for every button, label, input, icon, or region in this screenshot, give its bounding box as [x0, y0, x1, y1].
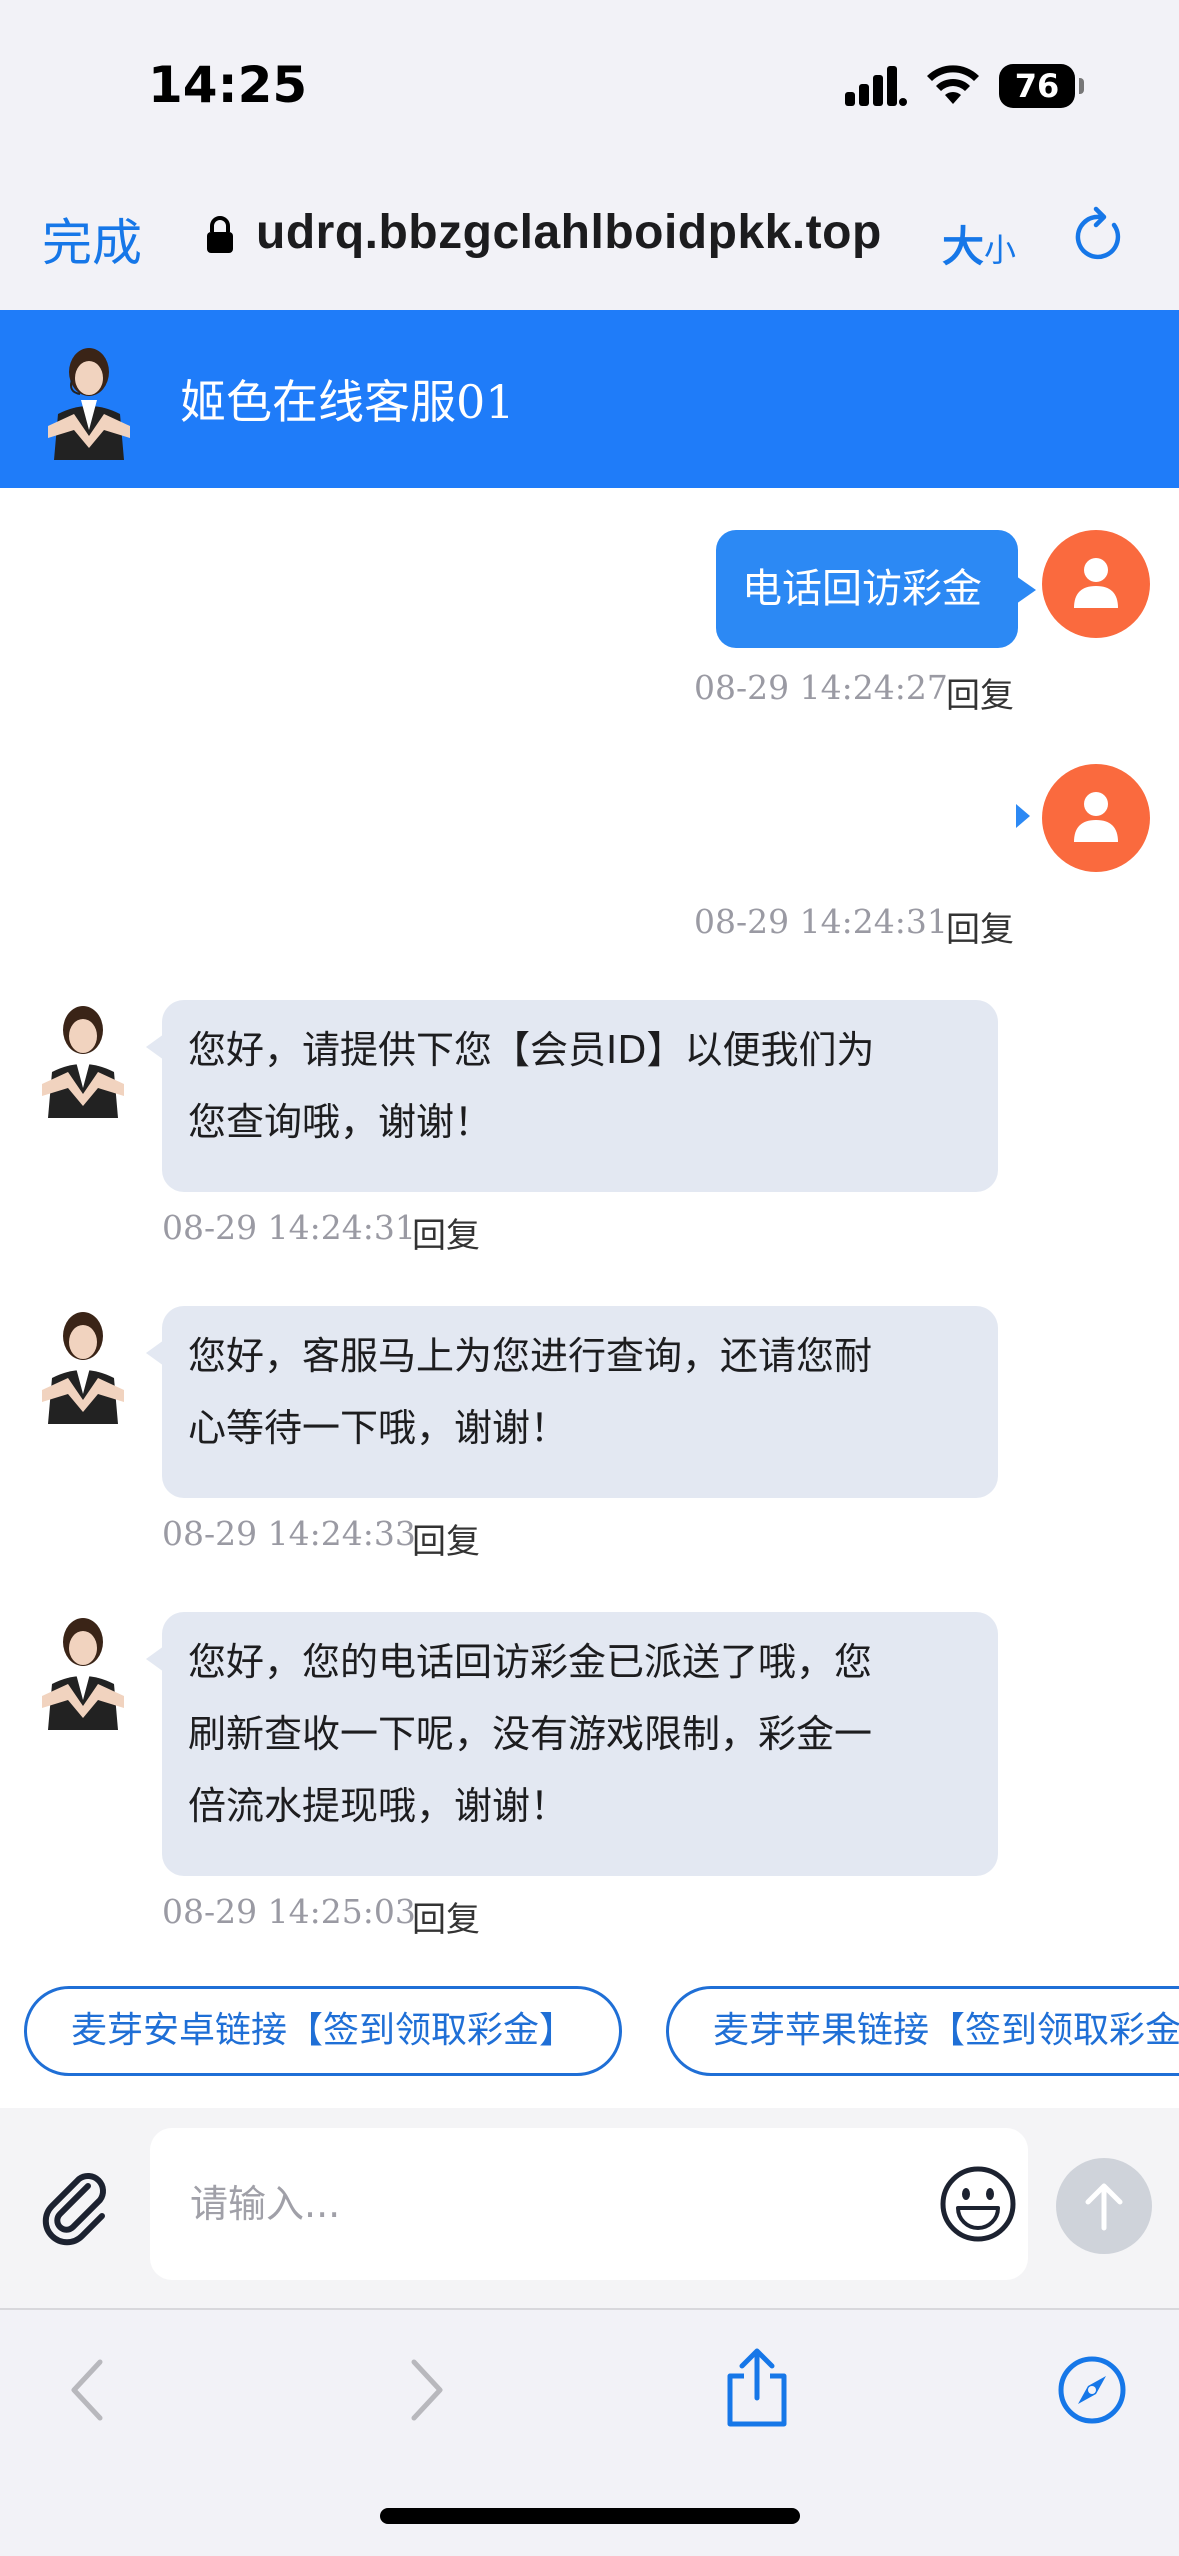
compass-icon[interactable]: [1056, 2354, 1128, 2426]
user-message-bubble: 电话回访彩金: [716, 530, 1036, 648]
message-line: 您查询哦，谢谢！: [188, 1100, 493, 1144]
message-timestamp: 08-29 14:24:31: [694, 902, 948, 941]
message-line: 您好，客服马上为您进行查询，还请您耐: [188, 1334, 873, 1378]
empty-user-bubble: [1016, 804, 1030, 828]
chat-header: 姬色在线客服01: [0, 310, 1179, 488]
message-line: 倍流水提现哦，谢谢！: [188, 1784, 569, 1828]
done-button[interactable]: 完成: [42, 203, 142, 275]
text-size-button[interactable]: 大小: [942, 213, 1016, 274]
share-icon[interactable]: [722, 2346, 792, 2430]
browser-address-bar: 完成 udrq.bbzgclahlboidpkk.top 大小: [0, 175, 1179, 310]
text-size-small-label: 小: [984, 231, 1017, 269]
cellular-signal-icon: [845, 66, 907, 106]
message-line: 您好，您的电话回访彩金已派送了哦，您: [188, 1640, 873, 1684]
reply-link[interactable]: 回复: [946, 668, 1014, 717]
lock-icon: [207, 216, 233, 253]
reply-link[interactable]: 回复: [412, 1892, 480, 1941]
agent-message-bubble: 您好，客服马上为您进行查询，还请您耐 心等待一下哦，谢谢！: [146, 1306, 998, 1498]
quick-link-android[interactable]: 麦芽安卓链接【签到领取彩金】: [24, 1986, 623, 2076]
message-timestamp: 08-29 14:24:33: [162, 1514, 416, 1553]
status-time: 14:25: [148, 56, 308, 114]
message-timestamp: 08-29 14:25:03: [162, 1892, 416, 1931]
arrow-up-icon: [1085, 2183, 1123, 2231]
message-input-bar: [0, 2108, 1179, 2308]
paperclip-icon[interactable]: [36, 2166, 116, 2246]
text-size-big-label: 大: [942, 222, 985, 271]
battery-tip: [1079, 78, 1084, 94]
user-avatar: [1042, 530, 1150, 638]
home-indicator: [380, 2508, 800, 2524]
agent-avatar: [42, 1618, 124, 1730]
message-line: 您好，请提供下您【会员ID】以便我们为: [188, 1028, 875, 1072]
reply-link[interactable]: 回复: [412, 1514, 480, 1563]
battery-icon: 76: [999, 64, 1075, 108]
agent-avatar: [42, 1006, 124, 1118]
chevron-right-icon[interactable]: [406, 2358, 446, 2422]
quick-link-bar[interactable]: 麦芽安卓链接【签到领取彩金】 麦芽苹果链接【签到领取彩金】: [0, 1956, 1179, 2108]
wifi-icon: [927, 65, 979, 104]
send-button[interactable]: [1056, 2158, 1152, 2254]
message-timestamp: 08-29 14:24:31: [162, 1208, 416, 1247]
agent-avatar: [48, 348, 130, 460]
agent-message-bubble: 您好，您的电话回访彩金已派送了哦，您 刷新查收一下呢，没有游戏限制，彩金一 倍流…: [146, 1612, 998, 1876]
url-text[interactable]: udrq.bbzgclahlboidpkk.top: [256, 205, 882, 260]
user-icon: [1074, 792, 1118, 842]
message-line: 刷新查收一下呢，没有游戏限制，彩金一: [188, 1712, 873, 1756]
reply-link[interactable]: 回复: [412, 1208, 480, 1257]
message-timestamp: 08-29 14:24:27: [694, 668, 948, 707]
agent-avatar: [42, 1312, 124, 1424]
user-avatar: [1042, 764, 1150, 872]
message-input[interactable]: [150, 2128, 1028, 2280]
status-bar: 14:25 76: [0, 0, 1179, 175]
chat-title: 姬色在线客服01: [180, 375, 515, 429]
quick-link-ios[interactable]: 麦芽苹果链接【签到领取彩金】: [666, 1986, 1179, 2076]
agent-message-bubble: 您好，请提供下您【会员ID】以便我们为 您查询哦，谢谢！: [146, 1000, 998, 1192]
reload-icon[interactable]: [1072, 205, 1128, 265]
reply-link[interactable]: 回复: [946, 902, 1014, 951]
emoji-icon[interactable]: [938, 2164, 1018, 2244]
user-icon: [1074, 558, 1118, 608]
message-line: 心等待一下哦，谢谢！: [188, 1406, 569, 1450]
chevron-left-icon[interactable]: [68, 2358, 108, 2422]
chat-message-list[interactable]: 电话回访彩金 08-29 14:24:27 回复 08-29 14:24:31 …: [0, 488, 1179, 1956]
